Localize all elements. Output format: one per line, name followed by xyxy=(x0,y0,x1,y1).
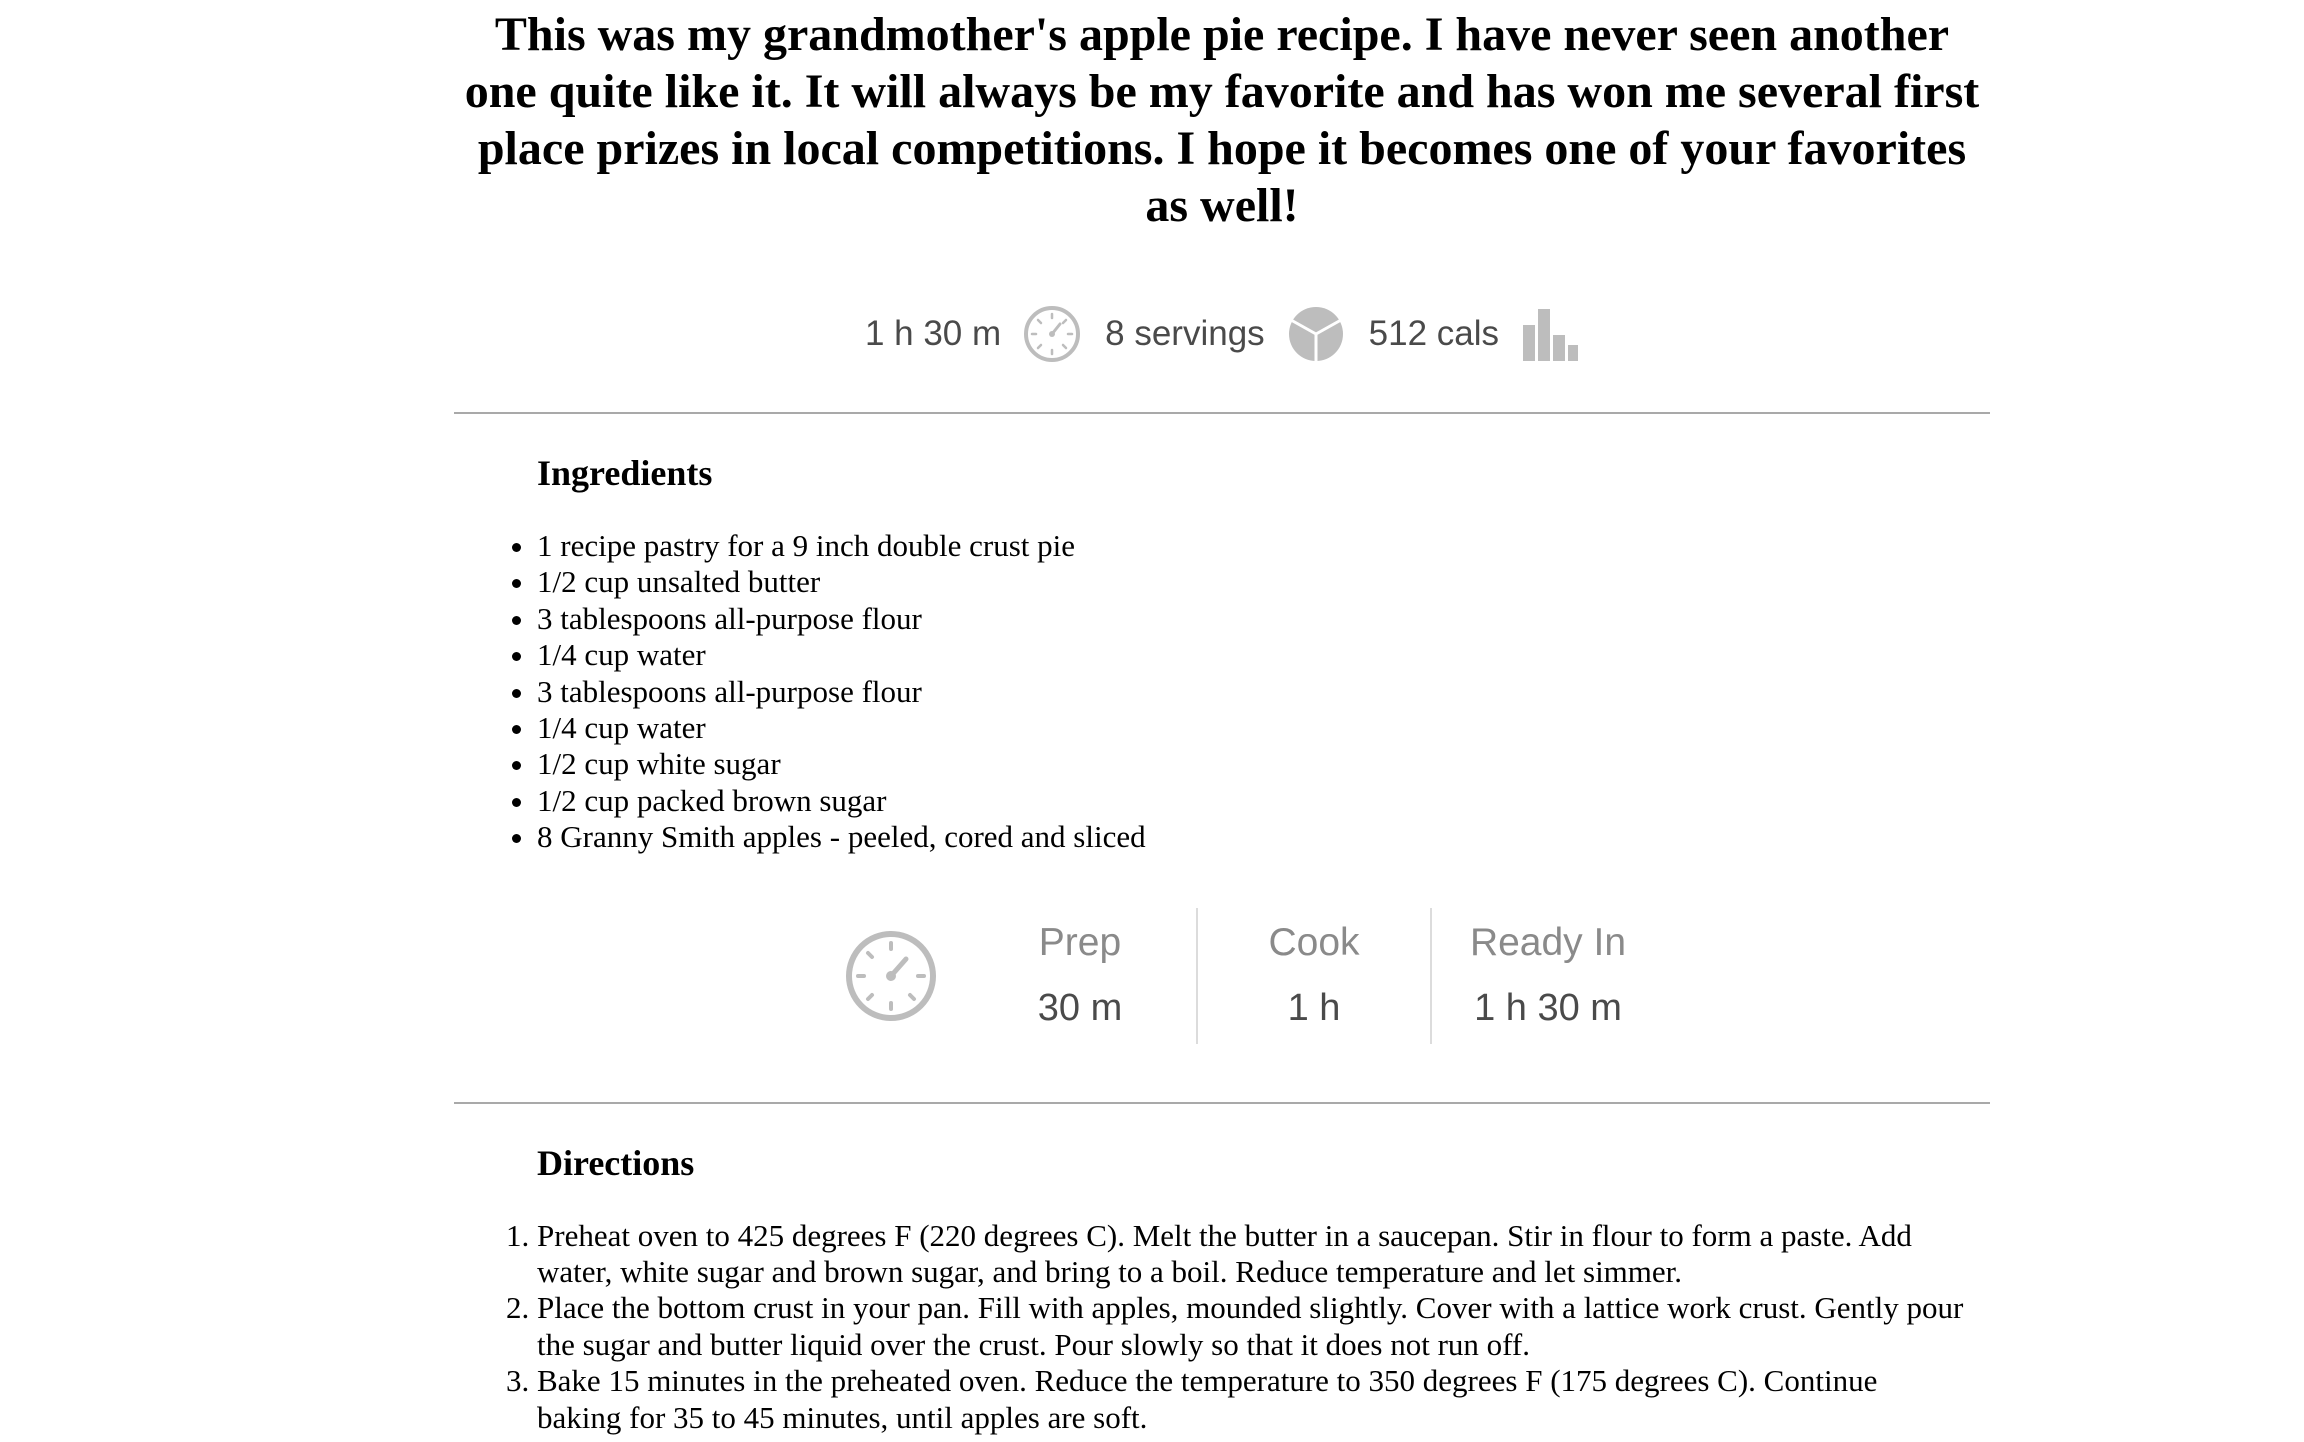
calories-summary: 512 cals xyxy=(1369,305,1579,363)
pie-chart-icon xyxy=(1287,305,1345,363)
ingredient-item: 1/4 cup water xyxy=(537,637,1990,673)
clock-icon xyxy=(1023,305,1081,363)
direction-step: Bake 15 minutes in the preheated oven. R… xyxy=(537,1363,1967,1436)
prep-label: Prep xyxy=(1038,921,1122,965)
section-divider xyxy=(454,412,1990,414)
ingredient-item: 1 recipe pastry for a 9 inch double crus… xyxy=(537,528,1990,564)
prep-time: Prep 30 m xyxy=(964,907,1198,1044)
bar-chart-icon xyxy=(1521,305,1579,363)
total-time-text: 1 h 30 m xyxy=(864,314,1002,353)
direction-step: Preheat oven to 425 degrees F (220 degre… xyxy=(537,1218,1967,1291)
ingredient-item: 3 tablespoons all-purpose flour xyxy=(537,601,1990,637)
servings-summary: 8 servings xyxy=(1105,305,1345,363)
ingredient-item: 1/2 cup packed brown sugar xyxy=(537,783,1990,819)
cook-time: Cook 1 h xyxy=(1198,907,1432,1044)
ready-label: Ready In xyxy=(1469,921,1627,965)
ingredient-item: 3 tablespoons all-purpose flour xyxy=(537,674,1990,710)
stopwatch-icon xyxy=(844,908,964,1044)
ingredient-item: 1/4 cup water xyxy=(537,710,1990,746)
ingredient-item: 1/2 cup white sugar xyxy=(537,746,1990,782)
cook-value: 1 h xyxy=(1287,987,1341,1030)
directions-list: Preheat oven to 425 degrees F (220 degre… xyxy=(454,1218,1967,1436)
ingredient-item: 8 Granny Smith apples - peeled, cored an… xyxy=(537,819,1990,855)
cook-label: Cook xyxy=(1268,921,1360,965)
calories-text: 512 cals xyxy=(1368,314,1500,353)
ingredient-item: 1/2 cup unsalted butter xyxy=(537,564,1990,600)
directions-heading: Directions xyxy=(537,1142,695,1183)
servings-text: 8 servings xyxy=(1105,314,1265,353)
section-divider xyxy=(454,1101,1990,1104)
ingredients-list: 1 recipe pastry for a 9 inch double crus… xyxy=(454,528,1990,856)
prep-value: 30 m xyxy=(1037,987,1123,1030)
ready-value: 1 h 30 m xyxy=(1474,987,1622,1030)
direction-step: Place the bottom crust in your pan. Fill… xyxy=(537,1290,1967,1363)
recipe-times: Prep 30 m Cook 1 h Ready In 1 h 30 m xyxy=(844,907,1990,1044)
ingredients-heading: Ingredients xyxy=(537,453,713,493)
recipe-container: This was my grandmother's apple pie reci… xyxy=(454,0,1990,1436)
total-time-summary: 1 h 30 m xyxy=(865,305,1081,363)
recipe-description: This was my grandmother's apple pie reci… xyxy=(464,8,1980,232)
recipe-summary: 1 h 30 m 8 servings 512 cals xyxy=(454,304,1990,364)
ready-in-time: Ready In 1 h 30 m xyxy=(1432,908,1664,1044)
